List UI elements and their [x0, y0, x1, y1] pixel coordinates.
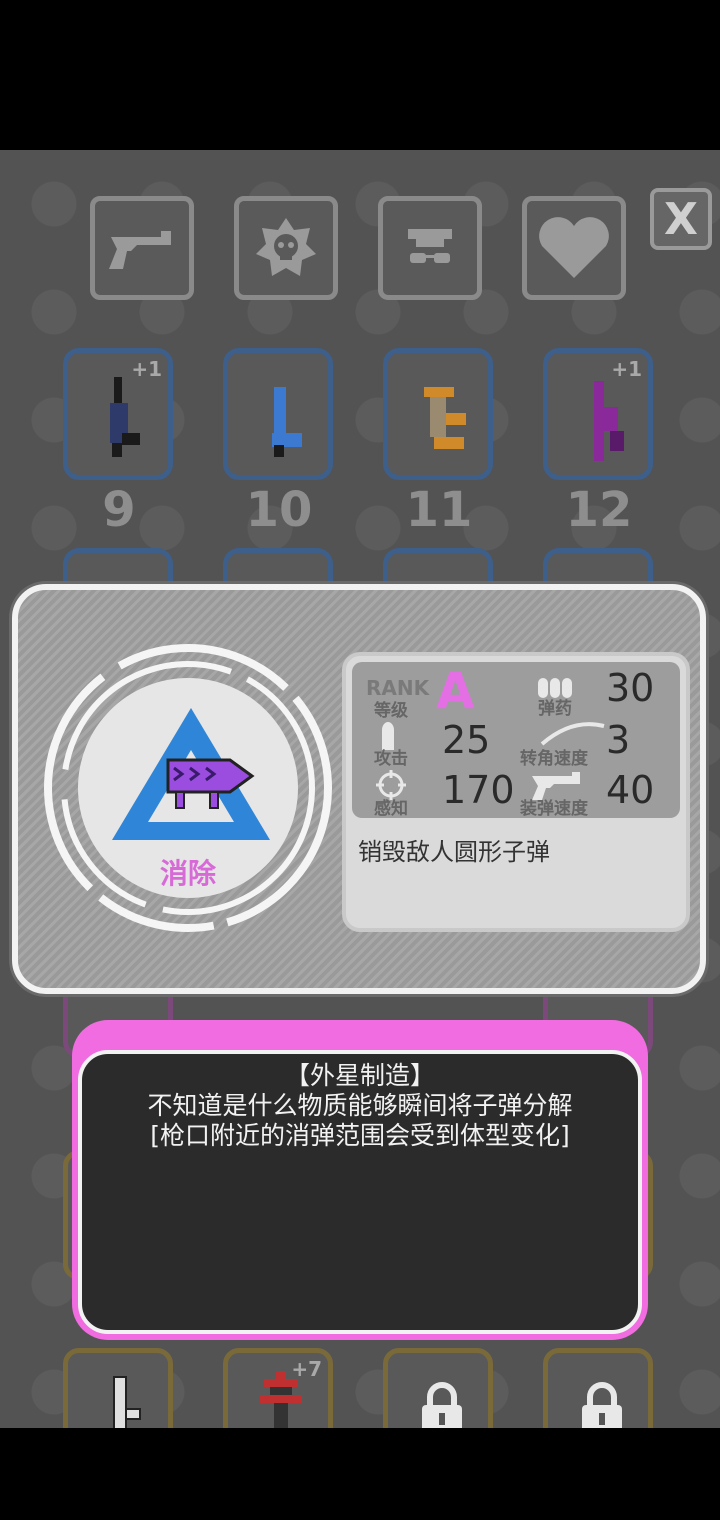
skull-badge-icon	[256, 218, 316, 276]
weapon-slot[interactable]	[223, 548, 333, 588]
weapon-slot-10[interactable]	[223, 348, 333, 480]
hat-glasses-icon	[408, 229, 452, 263]
heart-icon	[539, 217, 609, 278]
tab-enemies[interactable]	[234, 196, 338, 300]
reload-value: 40	[606, 768, 655, 812]
turn-speed-label: 转角速度	[520, 749, 588, 769]
tab-weapons[interactable]	[90, 196, 194, 300]
lock-icon	[422, 1382, 462, 1428]
rifle-icon	[110, 377, 140, 457]
turn-speed-value: 3	[606, 718, 631, 762]
slot-number: 12	[565, 482, 633, 538]
attack-label: 攻击	[374, 749, 408, 769]
launcher-icon	[424, 387, 466, 449]
lore-text-area: 【外星制造】 不知道是什么物质能够瞬间将子弹分解 [枪口附近的消弹范围会受到体型…	[78, 1050, 642, 1334]
weapon-slot-bottom-2[interactable]: +7	[223, 1348, 333, 1428]
lock-icon	[582, 1382, 622, 1428]
ammo-value: 30	[606, 666, 655, 710]
slot-number: 10	[245, 482, 313, 538]
attack-value: 25	[442, 718, 491, 762]
rifle-icon	[113, 1376, 141, 1428]
weapon-stats-panel: RANK 等级 A 弹药 30 攻击 25 转角速度 3 感知 170 装弹速度…	[342, 652, 690, 932]
lore-line: [枪口附近的消弹范围会受到体型变化]	[150, 1121, 570, 1150]
tab-favorites[interactable]	[522, 196, 626, 300]
weapon-slot-12[interactable]: +1	[543, 348, 653, 480]
perception-label: 感知	[374, 799, 408, 819]
weapon-slot[interactable]	[63, 548, 173, 588]
rifle-icon	[272, 387, 302, 457]
reload-label: 装弹速度	[520, 799, 588, 819]
tower-gun-icon	[260, 1371, 302, 1428]
weapon-description: 销毁敌人圆形子弹	[358, 838, 550, 866]
weapon-emblem: 消除	[40, 640, 336, 936]
revolver-icon	[109, 231, 171, 269]
tab-characters[interactable]	[378, 196, 482, 300]
weapon-slot[interactable]	[383, 548, 493, 588]
navigation-bar-area	[0, 1428, 720, 1520]
close-button[interactable]: X	[650, 188, 712, 250]
ammo-label: 弹药	[538, 699, 572, 719]
weapon-name: 消除	[159, 857, 216, 890]
stats-grid: RANK 等级 A 弹药 30 攻击 25 转角速度 3 感知 170 装弹速度…	[352, 662, 680, 819]
perception-value: 170	[442, 768, 515, 812]
status-bar-area	[0, 0, 720, 150]
weapon-slot-9[interactable]: +1	[63, 348, 173, 480]
weapon-slot-locked[interactable]	[383, 1348, 493, 1428]
alien-gun-icon	[166, 758, 255, 809]
weapon-slot-locked[interactable]	[543, 1348, 653, 1428]
rank-value: A	[436, 662, 475, 720]
slot-number: 11	[405, 482, 473, 538]
weapon-slot[interactable]	[543, 548, 653, 588]
lore-panel: 【外星制造】 不知道是什么物质能够瞬间将子弹分解 [枪口附近的消弹范围会受到体型…	[72, 1020, 648, 1340]
weapon-slot-11[interactable]	[383, 348, 493, 480]
weapon-slot-bottom-1[interactable]	[63, 1348, 173, 1428]
rifle-icon	[594, 381, 624, 461]
slot-number: 9	[102, 482, 136, 538]
weapon-detail-popup: 消除 RANK 等级 A 弹药 30 攻击 25 转角速度 3 感知 170 装…	[12, 584, 706, 994]
close-label: X	[664, 193, 698, 245]
